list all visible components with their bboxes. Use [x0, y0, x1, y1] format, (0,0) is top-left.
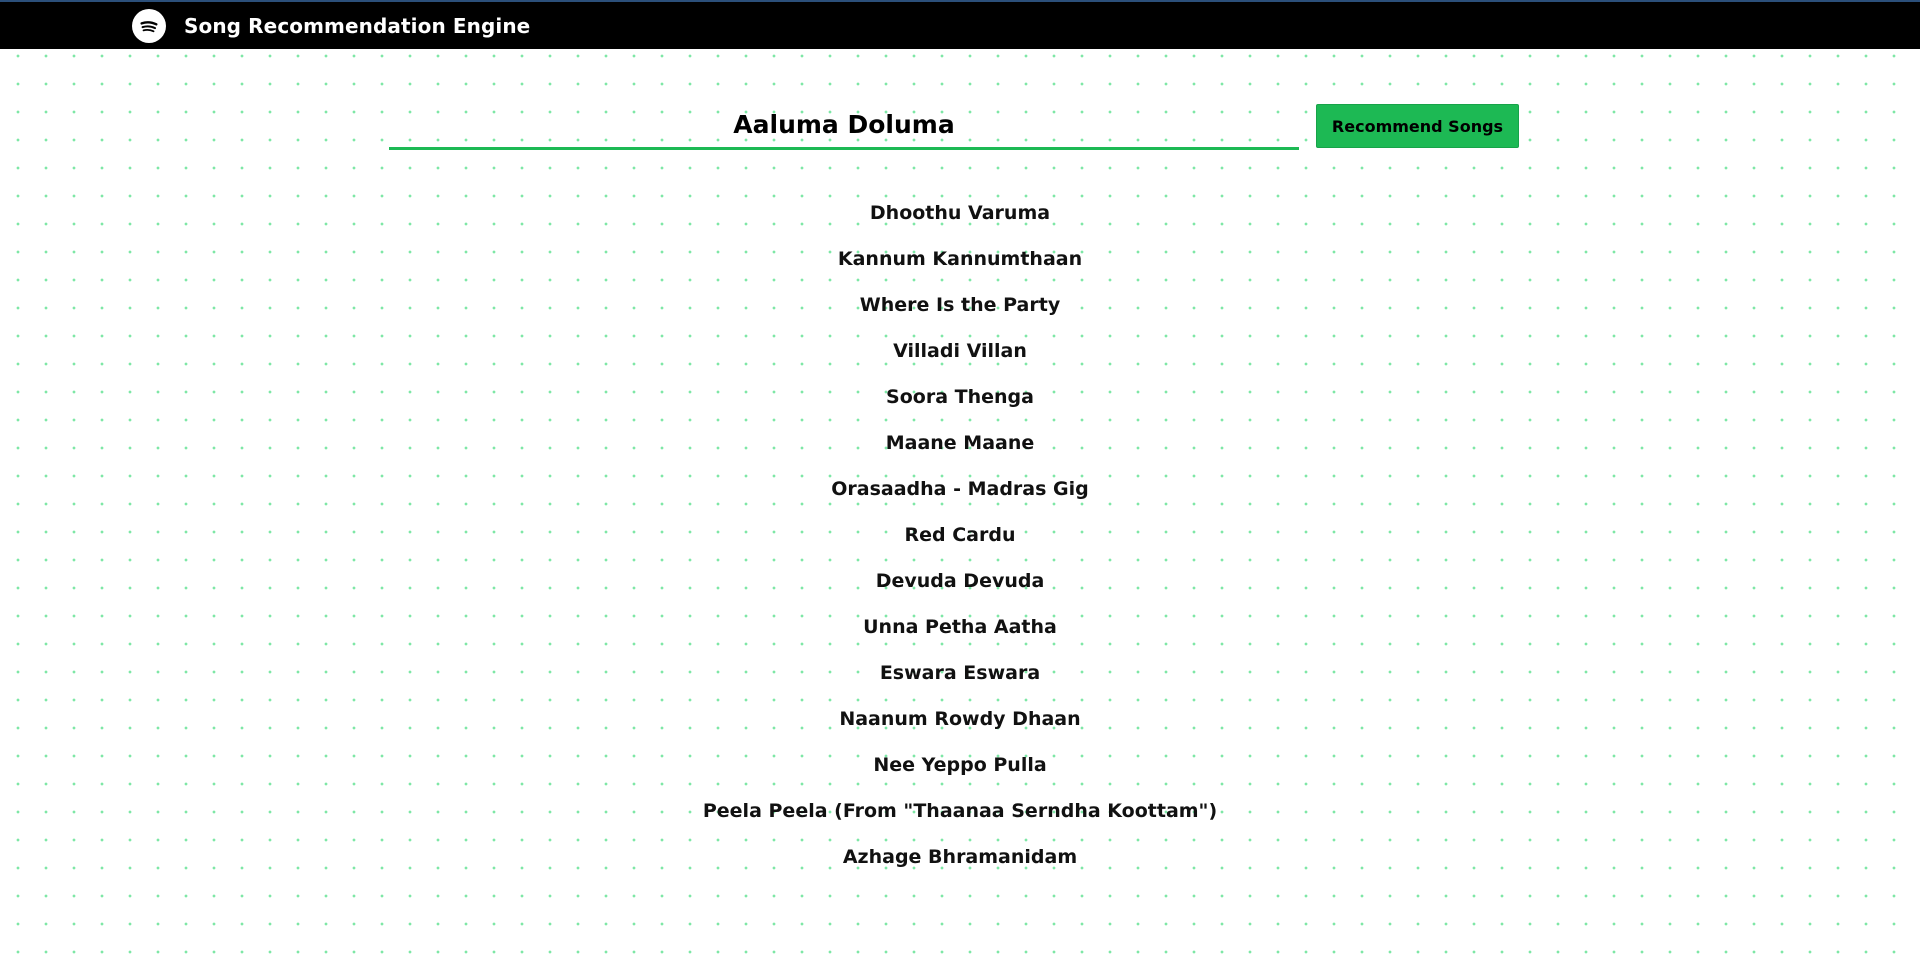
- recommend-songs-button[interactable]: Recommend Songs: [1316, 104, 1519, 148]
- app-title: Song Recommendation Engine: [184, 13, 531, 38]
- song-title: Peela Peela (From "Thaanaa Serndha Koott…: [702, 800, 1218, 822]
- recommendation-item: Orasaadha - Madras Gig: [0, 466, 1920, 512]
- song-title: Devuda Devuda: [875, 570, 1045, 592]
- recommendation-item: Red Cardu: [0, 512, 1920, 558]
- navbar: Song Recommendation Engine: [0, 0, 1920, 49]
- brand[interactable]: Song Recommendation Engine: [132, 8, 531, 43]
- song-title: Red Cardu: [904, 524, 1016, 546]
- song-search-input[interactable]: [389, 102, 1299, 150]
- recommendation-item: Soora Thenga: [0, 374, 1920, 420]
- song-title: Azhage Bhramanidam: [842, 846, 1078, 868]
- song-title: Maane Maane: [885, 432, 1035, 454]
- song-title: Soora Thenga: [886, 386, 1034, 408]
- song-title: Dhoothu Varuma: [869, 202, 1051, 224]
- recommendation-list: Dhoothu Varuma Kannum Kannumthaan Where Is…: [0, 190, 1920, 880]
- song-title: Eswara Eswara: [879, 662, 1041, 684]
- song-title: Orasaadha - Madras Gig: [831, 478, 1089, 500]
- recommendation-item: Naanum Rowdy Dhaan: [0, 696, 1920, 742]
- recommendation-item: Azhage Bhramanidam: [0, 834, 1920, 880]
- search-row: Recommend Songs: [0, 102, 1920, 162]
- recommendation-item: Where Is the Party: [0, 282, 1920, 328]
- song-title: Nee Yeppo Pulla: [873, 754, 1047, 776]
- recommendation-item: Maane Maane: [0, 420, 1920, 466]
- song-title: Kannum Kannumthaan: [837, 248, 1083, 270]
- recommendation-item: Nee Yeppo Pulla: [0, 742, 1920, 788]
- song-title: Where Is the Party: [859, 294, 1061, 316]
- song-title: Unna Petha Aatha: [863, 616, 1057, 638]
- recommendation-item: Dhoothu Varuma: [0, 190, 1920, 236]
- song-title: Naanum Rowdy Dhaan: [839, 708, 1081, 730]
- recommendation-item: Kannum Kannumthaan: [0, 236, 1920, 282]
- recommendation-item: Devuda Devuda: [0, 558, 1920, 604]
- recommendation-item: Peela Peela (From "Thaanaa Serndha Koott…: [0, 788, 1920, 834]
- song-title: Villadi Villan: [893, 340, 1027, 362]
- recommendation-item: Eswara Eswara: [0, 650, 1920, 696]
- recommendation-item: Unna Petha Aatha: [0, 604, 1920, 650]
- spotify-logo-icon: [132, 8, 166, 43]
- recommendation-item: Villadi Villan: [0, 328, 1920, 374]
